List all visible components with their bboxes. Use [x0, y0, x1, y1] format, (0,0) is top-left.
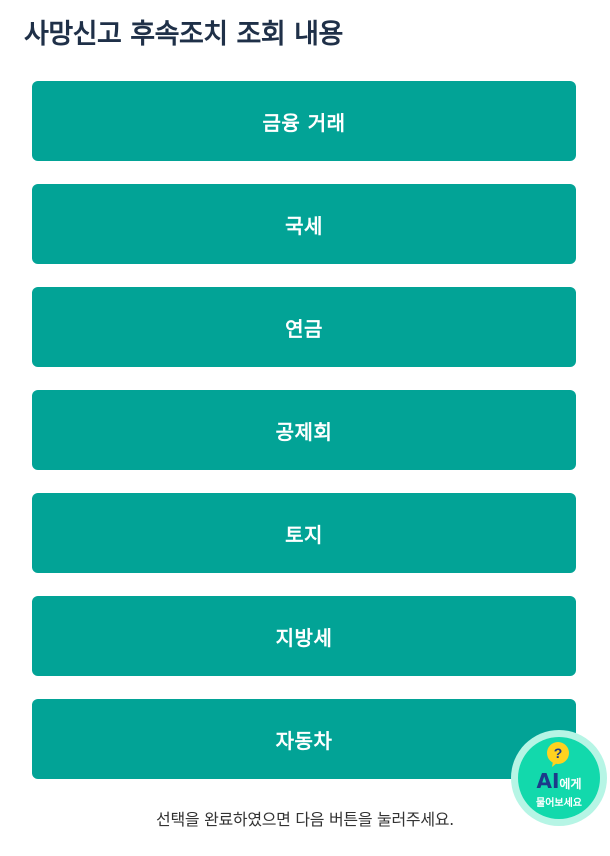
ai-label-strong: AI — [536, 769, 560, 793]
question-bubble-icon: ? — [547, 742, 569, 767]
menu-button-mutual-aid[interactable]: 공제회 — [32, 390, 576, 470]
menu-list: 금융 거래 국세 연금 공제회 토지 지방세 자동차 — [32, 81, 576, 802]
ai-label: AI에게 — [511, 770, 607, 795]
footer-instruction: 선택을 완료하였으면 다음 버튼을 눌러주세요. — [156, 810, 454, 829]
menu-button-national-tax[interactable]: 국세 — [32, 184, 576, 264]
svg-text:?: ? — [554, 745, 563, 761]
menu-button-financial[interactable]: 금융 거래 — [32, 81, 576, 161]
page-title: 사망신고 후속조치 조회 내용 — [24, 19, 343, 50]
menu-button-land[interactable]: 토지 — [32, 493, 576, 573]
ai-label-suffix: 에게 — [559, 777, 582, 791]
ai-label-sub: 물어보세요 — [536, 798, 582, 809]
ai-assistant-button[interactable]: ? AI에게 물어보세요 — [511, 730, 607, 826]
menu-button-vehicle[interactable]: 자동차 — [32, 699, 576, 779]
menu-button-local-tax[interactable]: 지방세 — [32, 596, 576, 676]
menu-button-pension[interactable]: 연금 — [32, 287, 576, 367]
